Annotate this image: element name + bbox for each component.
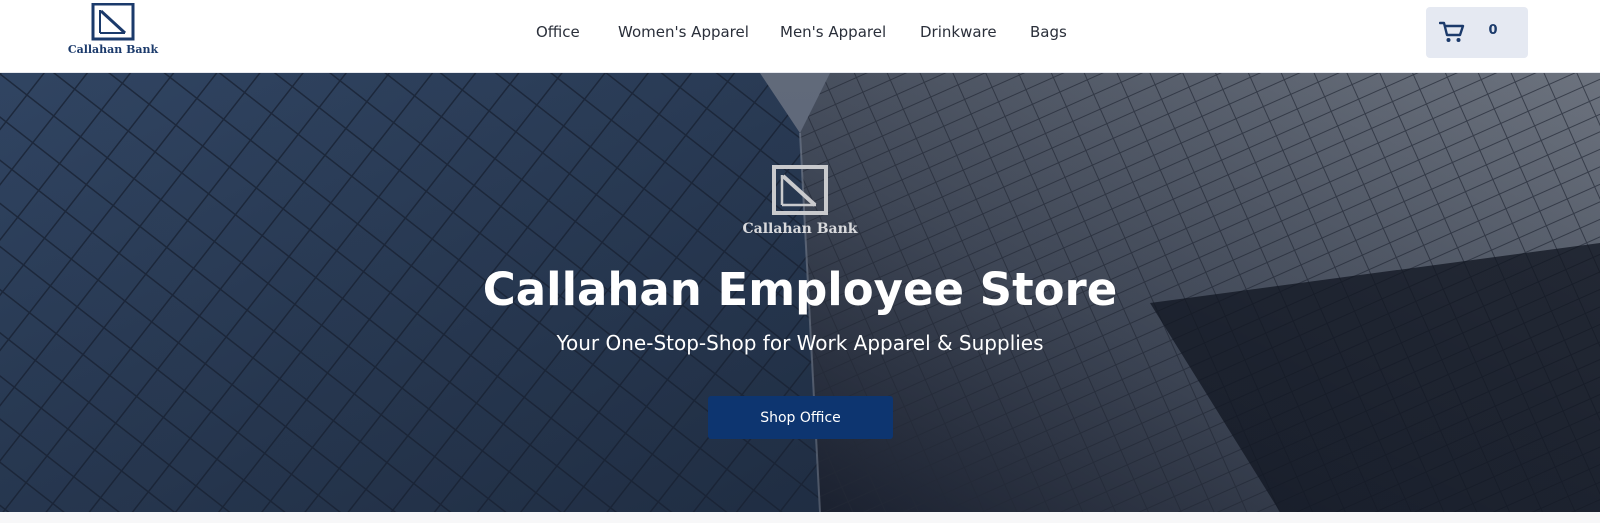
nav-item-office[interactable]: Office [536, 22, 580, 42]
nav-item-mens-apparel[interactable]: Men's Apparel [780, 22, 886, 42]
nav-item-womens-apparel[interactable]: Women's Apparel [618, 22, 749, 42]
main-nav: Office Women's Apparel Men's Apparel Dri… [0, 22, 1600, 46]
hero-banner: Callahan Bank Callahan Employee Store Yo… [0, 73, 1600, 512]
hero-logo-text: Callahan Bank [742, 221, 858, 237]
cart-button[interactable]: 0 [1426, 7, 1528, 58]
nav-item-drinkware[interactable]: Drinkware [920, 22, 997, 42]
hero-logo: Callahan Bank [742, 165, 858, 241]
hero-title: Callahan Employee Store [482, 263, 1118, 316]
cart-count: 0 [1488, 23, 1498, 38]
hero-subtitle: Your One-Stop-Shop for Work Apparel & Su… [556, 331, 1044, 355]
shopping-cart-icon [1439, 21, 1465, 42]
shop-office-button[interactable]: Shop Office [708, 396, 893, 439]
site-header: Callahan Bank Office Women's Apparel Men… [0, 0, 1600, 73]
bank-logo-icon [772, 165, 828, 215]
nav-item-bags[interactable]: Bags [1030, 22, 1067, 42]
